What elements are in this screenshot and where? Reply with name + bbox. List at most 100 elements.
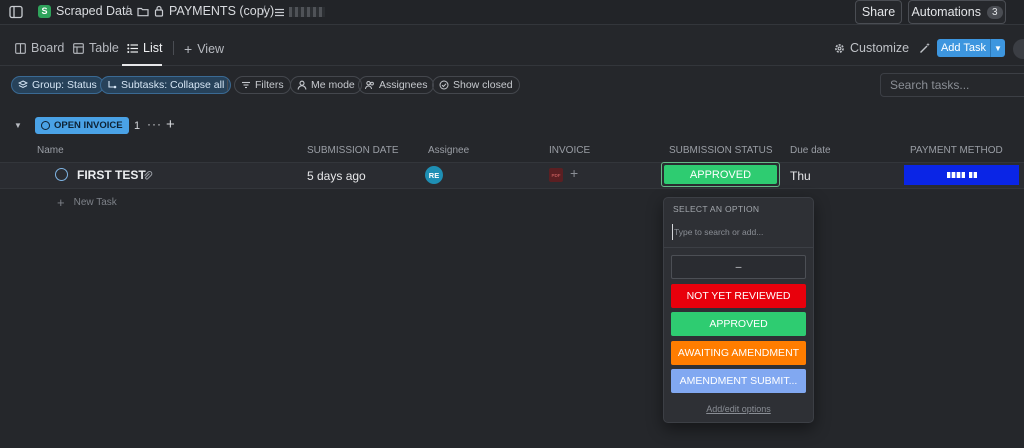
breadcrumb-separator: / — [262, 4, 266, 18]
add-view-label: View — [197, 42, 225, 56]
tab-board-label: Board — [31, 41, 65, 55]
filter-divider — [227, 79, 228, 91]
dropdown-divider — [664, 247, 813, 248]
submission-date-cell[interactable]: 5 days ago — [307, 169, 366, 183]
automations-button[interactable]: Automations 3 — [908, 0, 1006, 24]
new-task-label: New Task — [73, 197, 117, 208]
breadcrumb-list[interactable] — [275, 7, 325, 17]
list-menu-icon — [275, 8, 284, 16]
active-tab-indicator — [122, 64, 162, 66]
option-empty[interactable]: – — [671, 255, 806, 279]
option-awaiting-amendment[interactable]: AWAITING AMENDMENT — [671, 341, 806, 365]
me-mode-chip[interactable]: Me mode — [290, 76, 362, 94]
more-icon[interactable]: ··· — [147, 117, 162, 131]
customize-label: Customize — [850, 41, 910, 55]
customize-button[interactable]: Customize — [834, 41, 909, 55]
list-icon — [127, 43, 138, 53]
more-options-button[interactable] — [1013, 39, 1024, 59]
group-status-badge[interactable]: OPEN INVOICE — [35, 117, 129, 134]
search-tasks-input[interactable] — [880, 73, 1024, 97]
filters-chip[interactable]: Filters — [234, 76, 291, 94]
payment-method-cell[interactable] — [904, 165, 1019, 185]
dropdown-title: SELECT AN OPTION — [673, 204, 760, 214]
breadcrumb-folder[interactable]: PAYMENTS (copy) — [137, 4, 274, 18]
group-status-name: OPEN INVOICE — [54, 120, 123, 131]
status-option-dropdown: SELECT AN OPTION – NOT YET REVIEWED APPR… — [663, 197, 814, 423]
avatar[interactable]: RE — [425, 166, 443, 184]
column-header-submission-date[interactable]: SUBMISSION DATE — [307, 145, 399, 156]
paperclip-icon[interactable] — [143, 170, 153, 180]
option-approved[interactable]: APPROVED — [671, 312, 806, 336]
option-not-yet-reviewed[interactable]: NOT YET REVIEWED — [671, 284, 806, 308]
subtasks-label: Subtasks: Collapse all — [121, 79, 225, 91]
users-icon — [365, 81, 374, 90]
automations-count-badge: 3 — [986, 5, 1003, 19]
new-task-button[interactable]: + New Task — [57, 195, 117, 210]
subtasks-chip[interactable]: Subtasks: Collapse all — [100, 76, 232, 94]
breadcrumb-space[interactable]: S Scraped Data — [38, 4, 132, 18]
column-header-due-date[interactable]: Due date — [790, 145, 831, 156]
blurred-list-name — [289, 7, 325, 17]
tab-list-label: List — [143, 41, 163, 55]
layers-icon — [18, 80, 28, 89]
add-edit-options-link[interactable]: Add/edit options — [664, 404, 813, 414]
tab-table[interactable]: Table — [73, 41, 119, 55]
add-view-button[interactable]: + View — [184, 41, 224, 57]
chevron-down-icon[interactable]: ▼ — [991, 39, 1005, 57]
submission-status-cell[interactable]: APPROVED — [661, 162, 780, 187]
subtasks-icon — [108, 81, 117, 89]
column-header-submission-status[interactable]: SUBMISSION STATUS — [669, 145, 773, 156]
pdf-file-icon[interactable]: PDF — [549, 168, 563, 182]
show-closed-chip[interactable]: Show closed — [432, 76, 520, 94]
check-circle-icon — [439, 80, 449, 90]
filters-label: Filters — [255, 79, 284, 91]
plus-icon: + — [57, 195, 65, 210]
task-name[interactable]: FIRST TEST — [77, 168, 146, 182]
add-task-label[interactable]: Add Task — [937, 39, 991, 57]
collapse-caret-icon[interactable]: ▼ — [14, 121, 22, 130]
tab-table-label: Table — [89, 41, 119, 55]
option-amendment-submitted[interactable]: AMENDMENT SUBMIT... — [671, 369, 806, 393]
assignees-label: Assignees — [379, 79, 428, 91]
share-button[interactable]: Share — [855, 0, 902, 24]
show-closed-label: Show closed — [453, 79, 513, 91]
add-invoice-icon[interactable]: + — [570, 165, 578, 181]
option-search-input[interactable] — [672, 224, 806, 240]
user-icon — [297, 80, 307, 90]
due-date-cell[interactable]: Thu — [790, 169, 811, 183]
sidebar-toggle-icon[interactable] — [9, 5, 23, 19]
automations-label: Automations — [911, 5, 981, 19]
group-status-chip[interactable]: Group: Status — [11, 76, 104, 94]
lock-icon — [154, 5, 164, 17]
column-header-payment-method[interactable]: PAYMENT METHOD — [910, 145, 1003, 156]
breadcrumb-folder-label: PAYMENTS (copy) — [169, 4, 275, 18]
tab-board[interactable]: Board — [15, 41, 64, 55]
tab-list[interactable]: List — [127, 41, 162, 55]
space-badge-icon: S — [38, 4, 51, 18]
submission-status-value: APPROVED — [664, 165, 777, 184]
assignees-chip[interactable]: Assignees — [358, 76, 435, 94]
group-add-icon[interactable]: + — [166, 116, 175, 133]
top-bar: S Scraped Data / PAYMENTS (copy) / Share… — [0, 0, 1024, 25]
view-bar: Board Table List + View Customize Add Ta… — [0, 26, 1024, 66]
filter-icon — [242, 81, 250, 89]
column-header-name[interactable]: Name — [37, 145, 64, 156]
task-status-circle-icon[interactable] — [55, 168, 68, 181]
plus-icon: + — [184, 41, 193, 57]
folder-icon — [137, 7, 149, 16]
gear-icon — [835, 43, 844, 53]
column-header-invoice[interactable]: INVOICE — [549, 145, 590, 156]
blurred-payment-text — [968, 172, 977, 178]
board-icon — [15, 42, 26, 54]
add-task-button[interactable]: Add Task ▼ — [937, 39, 1005, 57]
column-header-assignee[interactable]: Assignee — [428, 145, 469, 156]
group-task-count: 1 — [134, 120, 141, 132]
tab-divider — [173, 41, 174, 55]
blurred-payment-text — [946, 172, 965, 178]
table-row[interactable] — [0, 162, 1024, 189]
me-mode-label: Me mode — [311, 79, 355, 91]
magic-wand-icon[interactable] — [919, 42, 931, 54]
breadcrumb-separator: / — [125, 4, 129, 18]
group-status-label: Group: Status — [32, 79, 97, 91]
status-circle-icon — [41, 121, 50, 130]
